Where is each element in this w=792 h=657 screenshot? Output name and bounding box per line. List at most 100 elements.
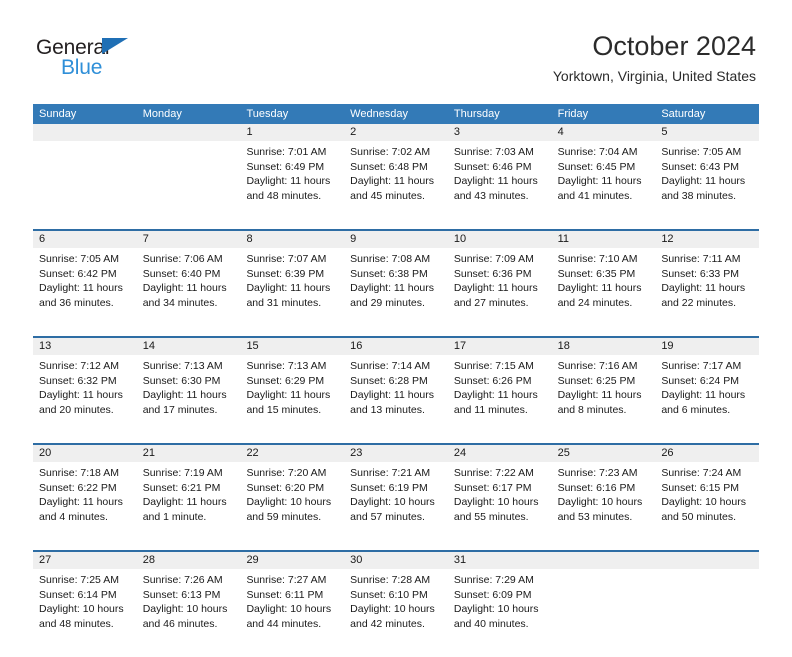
page-header: General Blue October 2024 Yorktown, Virg… <box>0 0 792 100</box>
day-detail-line: Sunset: 6:26 PM <box>453 374 532 387</box>
day-cell-14[interactable]: Sunrise: 7:13 AM Sunset: 6:30 PM Daylight:… <box>136 355 241 443</box>
day-number-28[interactable]: 28 <box>137 552 241 569</box>
day-number-21[interactable]: 21 <box>137 445 241 462</box>
day-detail-line: Sunset: 6:28 PM <box>350 374 428 387</box>
general-blue-logo[interactable]: General Blue <box>36 36 166 82</box>
day-detail-line: Sunrise: 7:22 AM <box>453 467 534 479</box>
day-detail-line: Daylight: 10 hours <box>142 603 228 616</box>
day-cell-3[interactable]: Sunrise: 7:03 AM Sunset: 6:46 PM Daylight:… <box>447 141 552 229</box>
day-detail-line: Sunrise: 7:23 AM <box>557 467 638 479</box>
day-cell-20[interactable]: Sunrise: 7:18 AM Sunset: 6:22 PM Daylight:… <box>33 462 137 550</box>
day-number-29[interactable]: 29 <box>240 552 344 569</box>
day-cell-11[interactable]: Sunrise: 7:10 AM Sunset: 6:35 PM Daylight:… <box>551 248 656 336</box>
weekday-header-sunday: Sunday <box>39 108 77 120</box>
day-detail-line: Sunrise: 7:16 AM <box>557 360 638 372</box>
day-number-4[interactable]: 4 <box>552 124 656 141</box>
day-cell-19[interactable]: Sunrise: 7:17 AM Sunset: 6:24 PM Daylight:… <box>655 355 760 443</box>
day-number-26[interactable]: 26 <box>655 445 759 462</box>
day-number-11[interactable]: 11 <box>552 231 656 248</box>
day-number-empty <box>655 552 759 569</box>
day-cell-12[interactable]: Sunrise: 7:11 AM Sunset: 6:33 PM Daylight:… <box>655 248 760 336</box>
day-number-19[interactable]: 19 <box>655 338 759 355</box>
day-number-1[interactable]: 1 <box>240 124 344 141</box>
day-number-13[interactable]: 13 <box>33 338 137 355</box>
day-number-6[interactable]: 6 <box>33 231 137 248</box>
day-detail-line: Daylight: 11 hours <box>557 175 642 188</box>
day-cell-2[interactable]: Sunrise: 7:02 AM Sunset: 6:48 PM Daylight:… <box>344 141 448 229</box>
day-number-7[interactable]: 7 <box>137 231 241 248</box>
day-detail-line: Sunrise: 7:12 AM <box>39 360 119 372</box>
day-detail-line: Sunrise: 7:19 AM <box>142 467 223 479</box>
day-number-22[interactable]: 22 <box>240 445 344 462</box>
day-number-16[interactable]: 16 <box>344 338 448 355</box>
day-detail-line: Sunrise: 7:28 AM <box>350 574 431 586</box>
day-cell-9[interactable]: Sunrise: 7:08 AM Sunset: 6:38 PM Daylight:… <box>344 248 448 336</box>
day-cell-6[interactable]: Sunrise: 7:05 AM Sunset: 6:42 PM Daylight:… <box>33 248 137 336</box>
day-detail-line: Sunrise: 7:25 AM <box>39 574 119 586</box>
day-number-9[interactable]: 9 <box>344 231 448 248</box>
day-detail-line: Sunset: 6:10 PM <box>350 588 428 601</box>
day-detail-line: and 55 minutes. <box>453 510 529 523</box>
day-number-24[interactable]: 24 <box>448 445 552 462</box>
day-number-15[interactable]: 15 <box>240 338 344 355</box>
day-cell-7[interactable]: Sunrise: 7:06 AM Sunset: 6:40 PM Daylight:… <box>136 248 241 336</box>
day-cell-17[interactable]: Sunrise: 7:15 AM Sunset: 6:26 PM Daylight:… <box>447 355 552 443</box>
day-detail-line: Sunrise: 7:05 AM <box>661 146 742 158</box>
day-detail-line: and 53 minutes. <box>557 510 633 523</box>
day-detail-line: and 38 minutes. <box>661 189 737 202</box>
day-cell-1[interactable]: Sunrise: 7:01 AM Sunset: 6:49 PM Daylight:… <box>240 141 345 229</box>
day-cell-8[interactable]: Sunrise: 7:07 AM Sunset: 6:39 PM Daylight:… <box>240 248 345 336</box>
day-cell-27[interactable]: Sunrise: 7:25 AM Sunset: 6:14 PM Daylight:… <box>33 569 137 657</box>
day-cell-empty <box>33 141 137 229</box>
day-cell-30[interactable]: Sunrise: 7:28 AM Sunset: 6:10 PM Daylight:… <box>344 569 448 657</box>
day-detail-line: Sunset: 6:39 PM <box>246 267 325 280</box>
day-cell-31[interactable]: Sunrise: 7:29 AM Sunset: 6:09 PM Daylight:… <box>447 569 552 657</box>
day-number-30[interactable]: 30 <box>344 552 448 569</box>
day-cell-25[interactable]: Sunrise: 7:23 AM Sunset: 6:16 PM Daylight:… <box>551 462 656 550</box>
day-detail-line: and 45 minutes. <box>350 189 425 202</box>
day-cell-26[interactable]: Sunrise: 7:24 AM Sunset: 6:15 PM Daylight:… <box>655 462 760 550</box>
day-cell-22[interactable]: Sunrise: 7:20 AM Sunset: 6:20 PM Daylight:… <box>240 462 345 550</box>
day-number-10[interactable]: 10 <box>448 231 552 248</box>
day-cell-21[interactable]: Sunrise: 7:19 AM Sunset: 6:21 PM Daylight:… <box>136 462 241 550</box>
day-cell-13[interactable]: Sunrise: 7:12 AM Sunset: 6:32 PM Daylight:… <box>33 355 137 443</box>
day-cell-4[interactable]: Sunrise: 7:04 AM Sunset: 6:45 PM Daylight:… <box>551 141 656 229</box>
day-number-31[interactable]: 31 <box>448 552 552 569</box>
day-number-2[interactable]: 2 <box>344 124 448 141</box>
week-row: 13 14 15 16 17 18 19 Sunrise: 7:12 AM Sunset: 6:… <box>33 336 760 443</box>
day-cell-16[interactable]: Sunrise: 7:14 AM Sunset: 6:28 PM Daylight:… <box>344 355 448 443</box>
day-number-17[interactable]: 17 <box>448 338 552 355</box>
day-number-23[interactable]: 23 <box>344 445 448 462</box>
page-title: October 2024 <box>592 31 756 61</box>
day-detail-line: Daylight: 11 hours <box>246 175 331 188</box>
day-cell-10[interactable]: Sunrise: 7:09 AM Sunset: 6:36 PM Daylight:… <box>447 248 552 336</box>
day-cell-24[interactable]: Sunrise: 7:22 AM Sunset: 6:17 PM Daylight:… <box>447 462 552 550</box>
day-detail-line: and 4 minutes. <box>39 510 108 523</box>
day-detail-line: Daylight: 11 hours <box>39 282 123 295</box>
day-number-5[interactable]: 5 <box>655 124 759 141</box>
day-number-18[interactable]: 18 <box>552 338 656 355</box>
day-cell-5[interactable]: Sunrise: 7:05 AM Sunset: 6:43 PM Daylight:… <box>655 141 760 229</box>
day-number-14[interactable]: 14 <box>137 338 241 355</box>
day-detail-line: and 11 minutes. <box>453 403 528 416</box>
day-cell-28[interactable]: Sunrise: 7:26 AM Sunset: 6:13 PM Daylight:… <box>136 569 241 657</box>
day-number-12[interactable]: 12 <box>655 231 759 248</box>
day-number-25[interactable]: 25 <box>552 445 656 462</box>
day-cell-18[interactable]: Sunrise: 7:16 AM Sunset: 6:25 PM Daylight:… <box>551 355 656 443</box>
day-cell-23[interactable]: Sunrise: 7:21 AM Sunset: 6:19 PM Daylight:… <box>344 462 448 550</box>
day-detail-line: and 59 minutes. <box>246 510 322 523</box>
day-detail-line: Sunrise: 7:03 AM <box>453 146 534 158</box>
day-cell-29[interactable]: Sunrise: 7:27 AM Sunset: 6:11 PM Daylight:… <box>240 569 345 657</box>
day-detail-line: Daylight: 10 hours <box>661 496 746 509</box>
day-detail-line: Sunrise: 7:27 AM <box>246 574 327 586</box>
day-cell-15[interactable]: Sunrise: 7:13 AM Sunset: 6:29 PM Daylight:… <box>240 355 345 443</box>
day-detail-line: and 34 minutes. <box>142 296 218 309</box>
weekday-header-row: Sunday Monday Tuesday Wednesday Thursday Frid… <box>33 104 759 124</box>
week-row: 6 7 8 9 10 11 12 Sunrise: 7:05 AM Sunset: 6:42 P… <box>33 229 760 336</box>
day-number-3[interactable]: 3 <box>448 124 552 141</box>
day-number-8[interactable]: 8 <box>240 231 344 248</box>
day-detail-line: Sunrise: 7:18 AM <box>39 467 119 479</box>
day-number-27[interactable]: 27 <box>33 552 137 569</box>
day-detail-line: and 48 minutes. <box>39 617 114 630</box>
day-number-20[interactable]: 20 <box>33 445 137 462</box>
